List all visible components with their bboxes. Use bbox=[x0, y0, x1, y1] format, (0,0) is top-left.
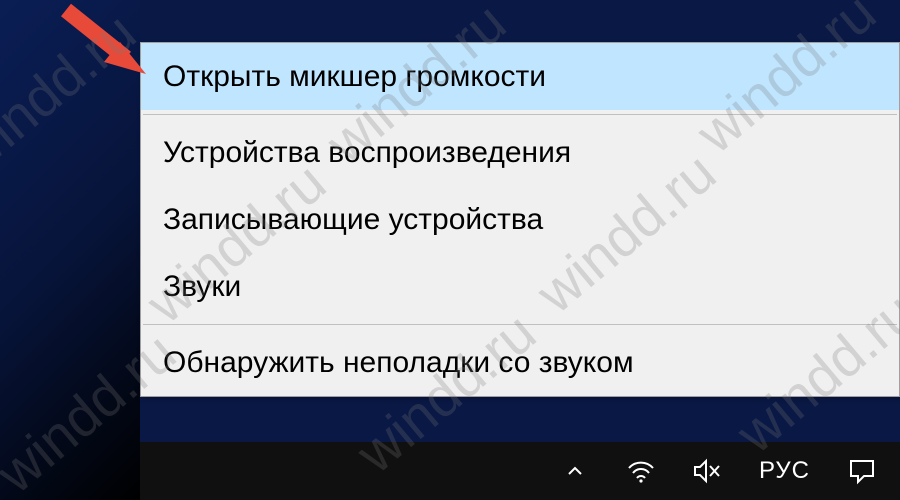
menu-item-recording-devices[interactable]: Записывающие устройства bbox=[141, 186, 899, 253]
desktop-background bbox=[0, 0, 140, 500]
menu-item-label: Открыть микшер громкости bbox=[163, 60, 546, 93]
menu-separator bbox=[143, 114, 897, 115]
menu-item-label: Устройства воспроизведения bbox=[163, 136, 571, 169]
show-hidden-icons[interactable] bbox=[557, 453, 593, 489]
menu-item-open-volume-mixer[interactable]: Открыть микшер громкости bbox=[141, 43, 899, 110]
language-indicator[interactable]: РУС bbox=[755, 457, 814, 485]
menu-item-playback-devices[interactable]: Устройства воспроизведения bbox=[141, 119, 899, 186]
speaker-muted-icon bbox=[691, 455, 723, 487]
language-label: РУС bbox=[759, 457, 810, 484]
wifi-icon bbox=[626, 456, 656, 486]
taskbar: РУС bbox=[140, 442, 900, 500]
menu-item-sounds[interactable]: Звуки bbox=[141, 253, 899, 320]
volume-tray-icon[interactable] bbox=[689, 453, 725, 489]
menu-item-label: Звуки bbox=[163, 270, 241, 303]
menu-item-troubleshoot-sound[interactable]: Обнаружить неполадки со звуком bbox=[141, 329, 899, 396]
volume-context-menu: Открыть микшер громкости Устройства восп… bbox=[140, 42, 900, 397]
chevron-up-icon bbox=[565, 461, 585, 481]
menu-item-label: Обнаружить неполадки со звуком bbox=[163, 346, 634, 379]
menu-separator bbox=[143, 324, 897, 325]
notification-icon bbox=[847, 456, 877, 486]
action-center-icon[interactable] bbox=[844, 453, 880, 489]
menu-item-label: Записывающие устройства bbox=[163, 203, 543, 236]
wifi-tray-icon[interactable] bbox=[623, 453, 659, 489]
